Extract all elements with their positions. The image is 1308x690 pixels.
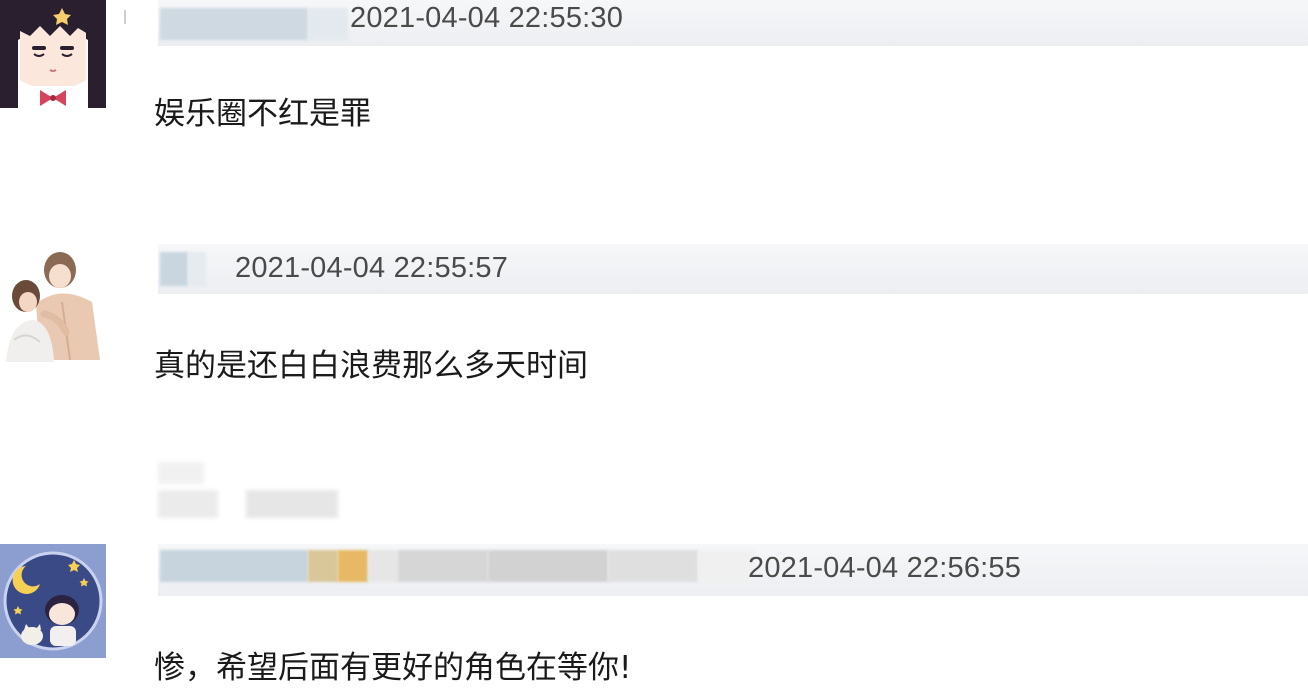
- blurred-username-fade: [698, 550, 754, 582]
- blurred-username: [308, 550, 338, 582]
- blurred-username: [338, 550, 368, 582]
- blurred-username: [608, 550, 698, 582]
- blurred-block: [158, 490, 218, 518]
- comment-text: 惨，希望后面有更好的角色在等你!: [154, 650, 632, 686]
- comment-item: 2021-04-04 22:55:30 娱乐圈不红是罪: [0, 0, 1308, 200]
- comment-timestamp: 2021-04-04 22:55:30: [350, 2, 624, 34]
- blurred-username: [160, 252, 188, 286]
- comment-timestamp: 2021-04-04 22:56:55: [748, 552, 1022, 584]
- comment-timestamp: 2021-04-04 22:55:57: [235, 252, 509, 284]
- blurred-username: [368, 550, 398, 582]
- blurred-block: [158, 462, 204, 484]
- blurred-username: [488, 550, 608, 582]
- blurred-username: [160, 8, 308, 40]
- couple-illustration-avatar-icon: [0, 244, 106, 362]
- avatar[interactable]: [0, 0, 106, 108]
- comment-item: 2021-04-04 22:55:57 真的是还白白浪费那么多天时间: [0, 244, 1308, 444]
- comment-text: 真的是还白白浪费那么多天时间: [154, 348, 588, 384]
- comment-item: 2021-04-04 22:56:55 惨，希望后面有更好的角色在等你!: [0, 544, 1308, 690]
- comment-meta-bar: [158, 544, 1308, 596]
- blurred-hidden-row: [158, 462, 358, 522]
- avatar[interactable]: [0, 244, 106, 362]
- blurred-username-fade: [188, 252, 206, 286]
- blurred-block: [246, 490, 338, 518]
- avatar[interactable]: [0, 544, 106, 658]
- comment-meta-bar: [158, 0, 1308, 46]
- blurred-username: [398, 550, 488, 582]
- moon-stars-cat-avatar-icon: [0, 544, 106, 658]
- blurred-username-fade: [308, 8, 348, 40]
- comment-text: 娱乐圈不红是罪: [154, 96, 371, 132]
- small-tick-mark: [124, 10, 126, 24]
- anime-girl-avatar-icon: [0, 0, 106, 108]
- blurred-username: [160, 550, 308, 582]
